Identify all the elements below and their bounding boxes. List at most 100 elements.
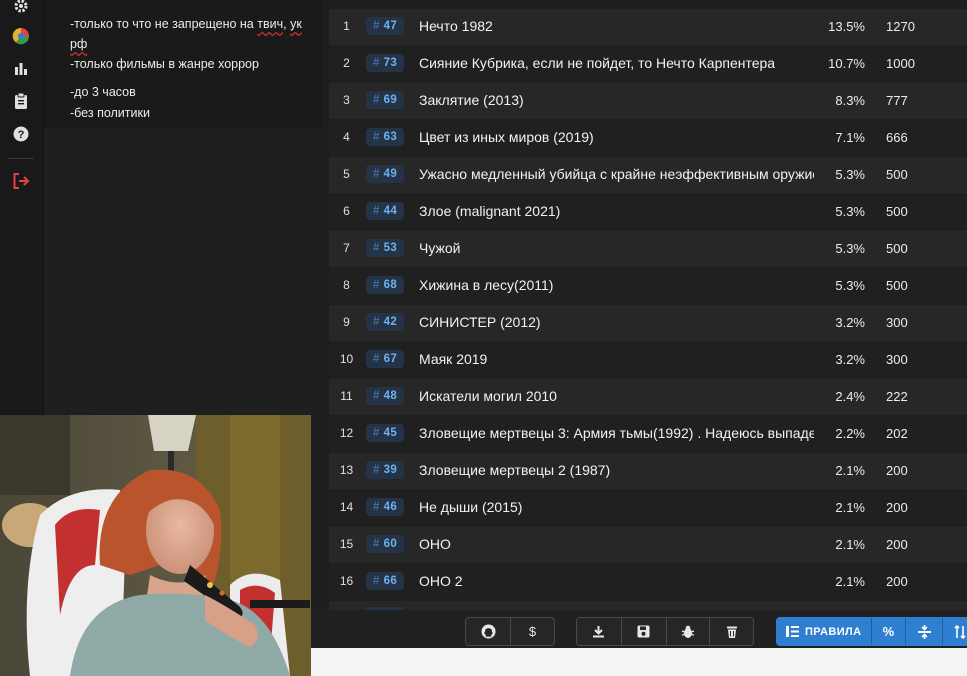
lot-title[interactable]: Сияние Кубрика, если не пойдет, то Нечто… <box>419 55 814 71</box>
logout-icon[interactable] <box>11 171 31 191</box>
lot-amount: 300 <box>886 352 908 367</box>
pie-chart-icon[interactable] <box>11 26 31 46</box>
lot-row[interactable]: 12 #45 Зловещие мертвецы 3: Армия тьмы(199… <box>329 416 967 452</box>
lot-row[interactable]: 14 #46 Не дыши (2015) 2.1% 200 <box>329 490 967 526</box>
lot-percent: 2.2% <box>835 426 865 441</box>
github-button[interactable] <box>466 618 511 645</box>
gear-icon[interactable] <box>11 0 31 16</box>
hash-icon: # <box>372 427 380 439</box>
lot-title[interactable]: Цвет из иных миров (2019) <box>419 129 814 145</box>
lot-amount: 300 <box>886 315 908 330</box>
lot-id-badge[interactable]: #60 <box>366 535 404 553</box>
lot-percent: 5.3% <box>835 167 865 182</box>
lot-title[interactable]: Не дыши (2015) <box>419 499 814 515</box>
lot-id-badge[interactable]: #73 <box>366 54 404 72</box>
lot-rank: 9 <box>343 315 350 329</box>
lot-row[interactable]: 9 #42 СИНИСТЕР (2012) 3.2% 300 <box>329 305 967 341</box>
save-button[interactable] <box>622 618 667 645</box>
lot-title[interactable]: Искатели могил 2010 <box>419 388 814 404</box>
sort-toggle-button[interactable] <box>943 618 967 645</box>
hash-icon: # <box>372 538 380 550</box>
bug-button[interactable] <box>667 618 711 645</box>
download-button[interactable] <box>577 618 622 645</box>
lot-row[interactable]: 15 #60 ОНО 2.1% 200 <box>329 527 967 563</box>
lot-id-badge[interactable]: #44 <box>366 202 404 220</box>
lot-title[interactable]: Ужасно медленный убийца с крайне неэффек… <box>419 166 814 182</box>
donate-button[interactable]: $ <box>511 618 554 645</box>
lot-amount: 500 <box>886 278 908 293</box>
lot-id-badge[interactable]: #67 <box>366 350 404 368</box>
clipboard-icon[interactable] <box>11 91 31 111</box>
lot-title[interactable]: ОНО 2 <box>419 573 814 589</box>
lot-title[interactable]: Маяк 2019 <box>419 351 814 367</box>
lot-title[interactable]: Зловещие мертвецы 3: Армия тьмы(1992) . … <box>419 425 814 441</box>
lot-title[interactable]: Нечто 1982 <box>419 18 814 34</box>
split-toggle-button[interactable] <box>906 618 944 645</box>
lot-row[interactable]: 5 #49 Ужасно медленный убийца с крайне неэ… <box>329 157 967 193</box>
rules-textbox[interactable]: -только то что не запрещено на твич, ук … <box>44 0 322 128</box>
lot-percent: 2.1% <box>835 537 865 552</box>
lot-amount: 666 <box>886 130 908 145</box>
lot-id-badge[interactable]: #66 <box>366 572 404 590</box>
lot-row[interactable]: 4 #63 Цвет из иных миров (2019) 7.1% 666 <box>329 120 967 156</box>
divide-icon <box>917 624 931 639</box>
lot-title[interactable]: Заклятие (2013) <box>419 92 814 108</box>
lot-percent: 8.3% <box>835 93 865 108</box>
lot-amount: 1270 <box>886 19 915 34</box>
lot-id-badge[interactable]: #48 <box>366 387 404 405</box>
trash-button[interactable] <box>710 618 753 645</box>
lot-id-badge[interactable]: #68 <box>366 276 404 294</box>
rules-toggle-button[interactable]: ПРАВИЛА <box>777 618 872 645</box>
hash-icon: # <box>372 390 380 402</box>
lot-title[interactable]: СИНИСТЕР (2012) <box>419 314 814 330</box>
help-icon[interactable]: ? <box>11 124 31 144</box>
lot-title[interactable]: ОНО <box>419 536 814 552</box>
lot-id-badge[interactable]: #53 <box>366 239 404 257</box>
lot-title[interactable]: Злое (malignant 2021) <box>419 203 814 219</box>
toolbar-group-files <box>576 617 754 646</box>
lot-amount: 200 <box>886 537 908 552</box>
lot-id-badge[interactable]: #69 <box>366 91 404 109</box>
lot-row[interactable]: 11 #48 Искатели могил 2010 2.4% 222 <box>329 379 967 415</box>
lot-id: 68 <box>383 279 398 291</box>
lot-rank: 14 <box>339 500 354 514</box>
rules-line-5: -без политики <box>70 106 150 120</box>
lot-row[interactable]: 2 #73 Сияние Кубрика, если не пойдет, то Н… <box>329 46 967 82</box>
lot-row[interactable]: 10 #67 Маяк 2019 3.2% 300 <box>329 342 967 378</box>
lot-id-badge[interactable]: #47 <box>366 17 404 35</box>
lot-percent: 5.3% <box>835 241 865 256</box>
percent-icon: % <box>882 624 895 639</box>
lot-rank: 15 <box>339 537 354 551</box>
lot-percent: 7.1% <box>835 130 865 145</box>
percent-toggle-button[interactable]: % <box>872 618 907 645</box>
sort-icon <box>954 624 966 639</box>
lot-amount: 200 <box>886 574 908 589</box>
lot-rank: 3 <box>343 93 350 107</box>
lot-id-badge[interactable]: #42 <box>366 313 404 331</box>
lot-row[interactable]: 8 #68 Хижина в лесу(2011) 5.3% 500 <box>329 268 967 304</box>
lot-title[interactable]: Хижина в лесу(2011) <box>419 277 814 293</box>
hash-icon: # <box>372 279 380 291</box>
lot-id-badge[interactable]: #46 <box>366 498 404 516</box>
lot-row[interactable]: 13 #39 Зловещие мертвецы 2 (1987) 2.1% 200 <box>329 453 967 489</box>
lot-amount: 200 <box>886 500 908 515</box>
lot-row[interactable]: 6 #44 Злое (malignant 2021) 5.3% 500 <box>329 194 967 230</box>
lot-id: 60 <box>383 538 398 550</box>
lot-title[interactable]: Зловещие мертвецы 2 (1987) <box>419 462 814 478</box>
lot-id-badge[interactable]: #39 <box>366 461 404 479</box>
lot-row[interactable]: 3 #69 Заклятие (2013) 8.3% 777 <box>329 83 967 119</box>
bar-chart-icon[interactable] <box>11 58 31 78</box>
lot-id-badge[interactable]: #49 <box>366 165 404 183</box>
lot-id-badge[interactable]: #63 <box>366 128 404 146</box>
lot-row[interactable]: 16 #66 ОНО 2 2.1% 200 <box>329 564 967 600</box>
lot-percent: 5.3% <box>835 204 865 219</box>
lot-row[interactable]: 1 #47 Нечто 1982 13.5% 1270 <box>329 9 967 45</box>
lot-percent: 2.1% <box>835 500 865 515</box>
lot-id-badge[interactable]: #45 <box>366 424 404 442</box>
lot-id: 46 <box>383 501 398 513</box>
lot-row[interactable]: 7 #53 Чужой 5.3% 500 <box>329 231 967 267</box>
hash-icon: # <box>372 57 380 69</box>
lot-percent: 10.7% <box>828 56 865 71</box>
rules-panel: -только то что не запрещено на твич, ук … <box>44 0 322 415</box>
lot-title[interactable]: Чужой <box>419 240 814 256</box>
